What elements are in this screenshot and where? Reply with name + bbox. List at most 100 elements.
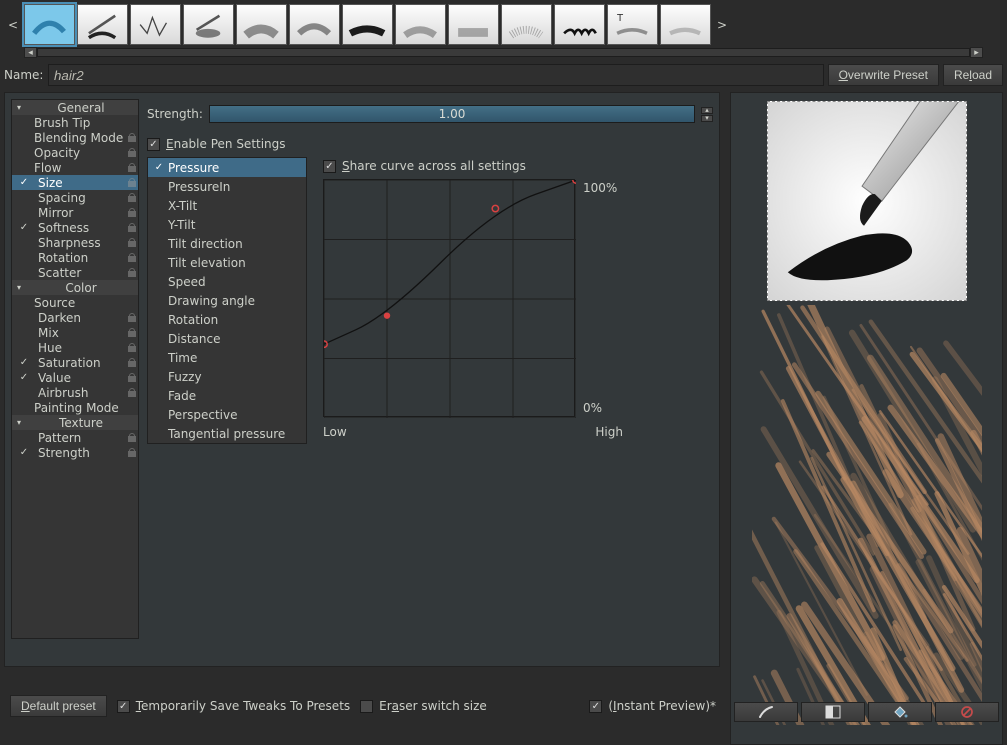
input-drawing-angle[interactable]: Drawing angle <box>148 291 306 310</box>
lock-icon <box>128 148 136 157</box>
tree-item-spacing[interactable]: Spacing <box>12 190 138 205</box>
tree-item-darken[interactable]: Darken <box>12 310 138 325</box>
brush-preset-2[interactable] <box>77 4 128 45</box>
tree-item-mirror[interactable]: Mirror <box>12 205 138 220</box>
input-x-tilt[interactable]: X-Tilt <box>148 196 306 215</box>
name-label: Name: <box>4 68 44 82</box>
input-tilt-direction[interactable]: Tilt direction <box>148 234 306 253</box>
prev-presets-button[interactable]: < <box>4 17 22 33</box>
sensor-input-list[interactable]: ✓PressurePressureInX-TiltY-TiltTilt dire… <box>147 157 307 444</box>
input-rotation[interactable]: Rotation <box>148 310 306 329</box>
tree-item-source[interactable]: Source <box>12 295 138 310</box>
share-curve-row[interactable]: ✓ Share curve across all settings <box>323 159 713 173</box>
curve-editor[interactable] <box>323 179 575 417</box>
eraser-size-checkbox[interactable] <box>360 700 373 713</box>
tree-item-size[interactable]: ✓Size <box>12 175 138 190</box>
lock-icon <box>128 268 136 277</box>
tree-item-blending-mode[interactable]: Blending Mode <box>12 130 138 145</box>
input-speed[interactable]: Speed <box>148 272 306 291</box>
input-y-tilt[interactable]: Y-Tilt <box>148 215 306 234</box>
enable-pen-checkbox[interactable]: ✓ <box>147 138 160 151</box>
preview-panel <box>730 92 1003 745</box>
share-curve-checkbox[interactable]: ✓ <box>323 160 336 173</box>
input-pressure[interactable]: ✓Pressure <box>148 158 306 177</box>
tree-item-hue[interactable]: Hue <box>12 340 138 355</box>
tree-item-saturation[interactable]: ✓Saturation <box>12 355 138 370</box>
input-fade[interactable]: Fade <box>148 386 306 405</box>
tree-item-sharpness[interactable]: Sharpness <box>12 235 138 250</box>
brush-preset-strip: < T > <box>0 0 1007 45</box>
brush-preset-12[interactable]: T <box>607 4 658 45</box>
lock-icon <box>128 253 136 262</box>
tree-header-general[interactable]: ▾General <box>12 100 138 115</box>
instant-preview-row[interactable]: ✓ (Instant Preview)* <box>589 699 716 713</box>
strength-spinner[interactable]: ▴▾ <box>701 107 713 122</box>
disable-mode-button[interactable] <box>935 702 999 722</box>
preset-scrollbar[interactable]: ◂ ▸ <box>24 47 983 58</box>
settings-panel: ▾GeneralBrush TipBlending ModeOpacityFlo… <box>4 92 720 667</box>
tree-item-flow[interactable]: Flow <box>12 160 138 175</box>
brush-preset-1[interactable] <box>24 4 75 45</box>
tree-item-pattern[interactable]: Pattern <box>12 430 138 445</box>
collapse-icon: ▾ <box>14 283 24 292</box>
brush-preset-10[interactable] <box>501 4 552 45</box>
next-presets-button[interactable]: > <box>713 17 731 33</box>
brush-preset-6[interactable] <box>289 4 340 45</box>
preset-name-row: Name: Overwrite Preset Reload <box>0 60 1007 92</box>
brush-preset-4[interactable] <box>183 4 234 45</box>
temp-save-row[interactable]: ✓ Temporarily Save Tweaks To Presets <box>117 699 350 713</box>
curve-y-labels: 100% 0% <box>575 179 625 417</box>
tree-item-brush-tip[interactable]: Brush Tip <box>12 115 138 130</box>
brush-preset-9[interactable] <box>448 4 499 45</box>
scroll-right-icon[interactable]: ▸ <box>970 47 983 58</box>
brush-preset-5[interactable] <box>236 4 287 45</box>
instant-preview-checkbox[interactable]: ✓ <box>589 700 602 713</box>
overwrite-preset-button[interactable]: Overwrite Preset <box>828 64 939 86</box>
brush-preset-7[interactable] <box>342 4 393 45</box>
tree-header-texture[interactable]: ▾Texture <box>12 415 138 430</box>
tree-header-color[interactable]: ▾Color <box>12 280 138 295</box>
lock-icon <box>128 238 136 247</box>
input-time[interactable]: Time <box>148 348 306 367</box>
eraser-size-label: Eraser switch size <box>379 699 487 713</box>
brush-mode-button[interactable] <box>734 702 798 722</box>
brush-preset-11[interactable] <box>554 4 605 45</box>
brush-preset-8[interactable] <box>395 4 446 45</box>
options-tree[interactable]: ▾GeneralBrush TipBlending ModeOpacityFlo… <box>11 99 139 639</box>
lock-icon <box>128 133 136 142</box>
scroll-left-icon[interactable]: ◂ <box>24 47 37 58</box>
tree-item-rotation[interactable]: Rotation <box>12 250 138 265</box>
reload-button[interactable]: Reload <box>943 64 1003 86</box>
tree-item-opacity[interactable]: Opacity <box>12 145 138 160</box>
input-pressurein[interactable]: PressureIn <box>148 177 306 196</box>
tree-item-airbrush[interactable]: Airbrush <box>12 385 138 400</box>
input-tilt-elevation[interactable]: Tilt elevation <box>148 253 306 272</box>
input-fuzzy[interactable]: Fuzzy <box>148 367 306 386</box>
strength-slider[interactable]: 1.00 <box>209 105 695 123</box>
default-preset-button[interactable]: Default preset <box>10 695 107 717</box>
check-icon: ✓ <box>14 177 34 188</box>
brush-preset-3[interactable] <box>130 4 181 45</box>
brush-preset-13[interactable] <box>660 4 711 45</box>
tree-item-mix[interactable]: Mix <box>12 325 138 340</box>
input-perspective[interactable]: Perspective <box>148 405 306 424</box>
enable-pen-row[interactable]: ✓ Enable Pen Settings <box>147 137 713 151</box>
tree-item-painting-mode[interactable]: Painting Mode <box>12 400 138 415</box>
tree-item-value[interactable]: ✓Value <box>12 370 138 385</box>
gradient-icon <box>825 705 841 719</box>
collapse-icon: ▾ <box>14 418 24 427</box>
tree-item-softness[interactable]: ✓Softness <box>12 220 138 235</box>
temp-save-checkbox[interactable]: ✓ <box>117 700 130 713</box>
gradient-mode-button[interactable] <box>801 702 865 722</box>
eraser-size-row[interactable]: Eraser switch size <box>360 699 487 713</box>
fill-mode-button[interactable] <box>868 702 932 722</box>
check-icon: ✓ <box>14 447 34 458</box>
input-distance[interactable]: Distance <box>148 329 306 348</box>
check-icon: ✓ <box>14 357 34 368</box>
input-tangential-pressure[interactable]: Tangential pressure <box>148 424 306 443</box>
tree-item-scatter[interactable]: Scatter <box>12 265 138 280</box>
preset-name-input[interactable] <box>48 64 824 86</box>
lock-icon <box>128 358 136 367</box>
brush-tip-preview <box>767 101 967 301</box>
tree-item-strength[interactable]: ✓Strength <box>12 445 138 460</box>
